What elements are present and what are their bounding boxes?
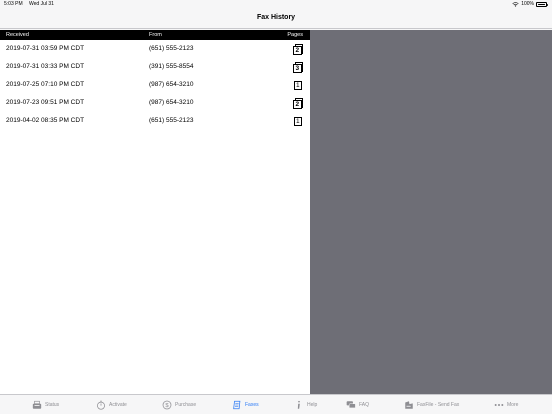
pages-icon: 1 (293, 80, 303, 91)
page-title: Fax History (256, 14, 296, 21)
received-cell: 2019-07-31 03:59 PM CDT (6, 45, 85, 52)
tab-faq[interactable]: FAQ (346, 399, 369, 411)
pages-count: 3 (293, 63, 302, 73)
received-cell: 2019-04-02 08:35 PM CDT (6, 117, 85, 124)
pages-icon: 1 (293, 116, 303, 127)
tab-label: FAQ (359, 402, 370, 408)
received-cell: 2019-07-23 09:51 PM CDT (6, 99, 85, 106)
from-cell: (651) 555-2123 (149, 117, 194, 124)
status-right: 100% (512, 0, 548, 9)
detail-pane (310, 30, 552, 394)
battery-icon (536, 2, 548, 7)
tab-label: FaxFile - Send Fax (417, 402, 460, 408)
tab-label: Faxes (245, 402, 259, 408)
from-cell: (391) 555-8554 (149, 63, 194, 70)
received-cell: 2019-07-31 03:33 PM CDT (6, 63, 85, 70)
pages-count: 2 (293, 99, 302, 109)
battery-percent: 100% (521, 1, 534, 7)
status-date: Wed Jul 31 (29, 1, 54, 7)
tab-label: Purchase (175, 402, 197, 408)
from-cell: (987) 654-3210 (149, 99, 194, 106)
tab-help[interactable]: Help (294, 399, 317, 411)
from-cell: (651) 555-2123 (149, 45, 194, 52)
column-header-received[interactable]: Received (6, 30, 29, 40)
table-row[interactable]: 2019-07-23 09:51 PM CDT (987) 654-3210 2 (0, 94, 310, 112)
tab-label: More (507, 402, 519, 408)
tab-faxfile-send-fax[interactable]: FaxFile - Send Fax (404, 399, 459, 411)
column-header-from[interactable]: From (149, 30, 162, 40)
pages-count: 1 (293, 80, 302, 90)
pages-icon: 2 (293, 98, 303, 109)
tab-bar: Status Activate $ Purchase Faxes Help FA… (0, 394, 552, 414)
tab-more[interactable]: More (494, 399, 518, 411)
status-time: 5:03 PM (4, 1, 23, 7)
tab-activate[interactable]: Activate (96, 399, 127, 411)
tab-faxes[interactable]: Faxes (232, 399, 259, 411)
navigation-bar: Fax History (0, 9, 552, 29)
tab-status[interactable]: Status (32, 399, 59, 411)
from-cell: (987) 654-3210 (149, 81, 194, 88)
pages-icon: 3 (293, 62, 303, 73)
table-header: Received From Pages (0, 30, 310, 40)
status-left: 5:03 PM Wed Jul 31 (4, 0, 59, 9)
more-dots-icon (494, 404, 504, 406)
fax-document-icon (233, 400, 241, 410)
dollar-coin-icon: $ (162, 400, 172, 410)
fax-history-list: Received From Pages 2019-07-31 03:59 PM … (0, 30, 310, 394)
pages-count: 2 (293, 45, 302, 55)
svg-text:$: $ (165, 403, 169, 409)
wifi-icon (512, 2, 519, 7)
chat-bubbles-icon (346, 401, 356, 409)
info-icon (297, 400, 300, 409)
table-row[interactable]: 2019-07-31 03:33 PM CDT (391) 555-8554 3 (0, 58, 310, 76)
table-row[interactable]: 2019-07-25 07:10 PM CDT (987) 654-3210 1 (0, 76, 310, 94)
fax-machine-icon (32, 400, 42, 409)
tab-label: Activate (109, 402, 127, 408)
column-header-pages[interactable]: Pages (287, 30, 303, 40)
table-body: 2019-07-31 03:59 PM CDT (651) 555-2123 2… (0, 40, 310, 130)
received-cell: 2019-07-25 07:10 PM CDT (6, 81, 85, 88)
table-row[interactable]: 2019-07-31 03:59 PM CDT (651) 555-2123 2 (0, 40, 310, 58)
stopwatch-icon (97, 400, 105, 410)
status-bar: 5:03 PM Wed Jul 31 100% (0, 0, 552, 9)
pages-icon: 2 (293, 44, 303, 55)
pages-count: 1 (293, 116, 302, 126)
tab-label: Status (45, 402, 60, 408)
send-fax-icon (405, 401, 413, 409)
tab-label: Help (307, 402, 318, 408)
tab-purchase[interactable]: $ Purchase (162, 399, 196, 411)
table-row[interactable]: 2019-04-02 08:35 PM CDT (651) 555-2123 1 (0, 112, 310, 130)
